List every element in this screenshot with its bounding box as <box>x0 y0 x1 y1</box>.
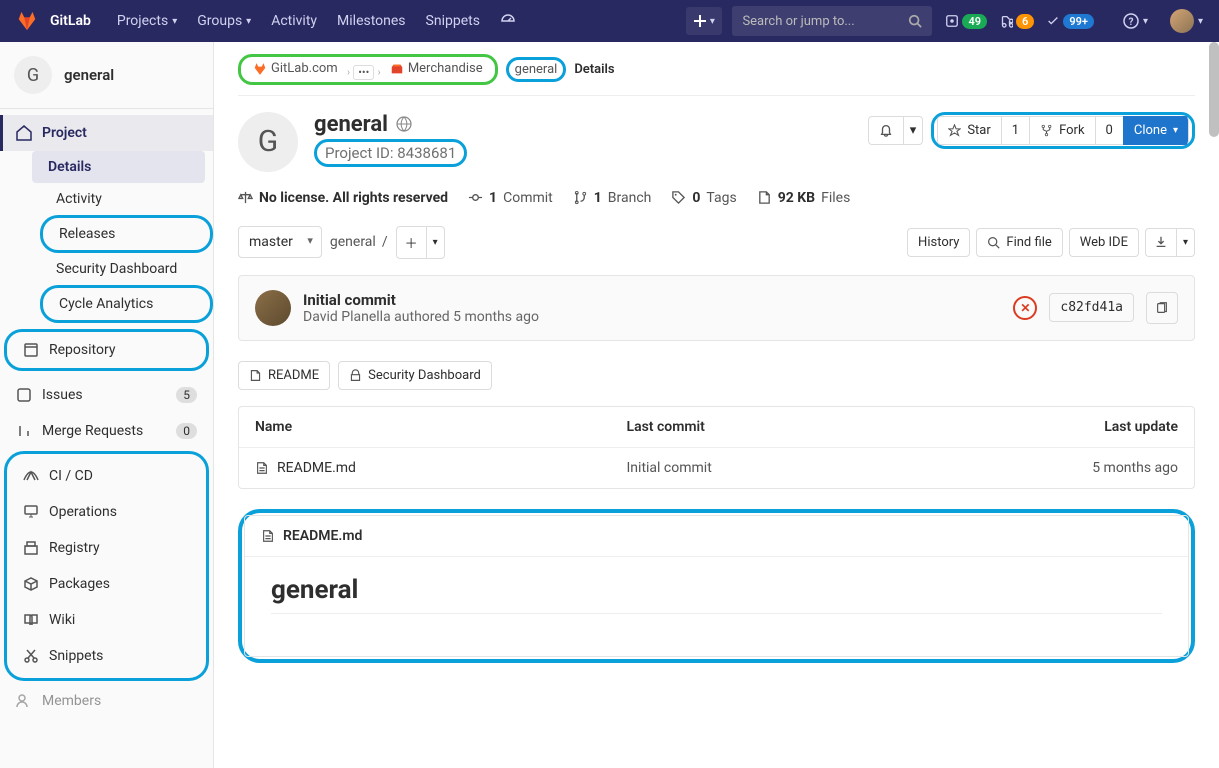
web-ide-button[interactable]: Web IDE <box>1069 228 1139 257</box>
readme-link-button[interactable]: README <box>238 361 330 390</box>
readme-heading: general <box>271 575 1162 614</box>
stat-license[interactable]: No license. All rights reserved <box>238 190 448 206</box>
security-dashboard-button[interactable]: Security Dashboard <box>338 361 492 390</box>
path-root[interactable]: general <box>330 234 376 250</box>
svg-text:?: ? <box>1128 17 1133 28</box>
sidebar-item-registry[interactable]: Registry <box>7 530 206 566</box>
table-row[interactable]: README.md Initial commit 5 months ago <box>239 448 1194 488</box>
help-dropdown[interactable]: ? ▾ <box>1113 0 1158 42</box>
sidebar: G general Project Details Activity Relea… <box>0 42 214 768</box>
sidebar-item-releases[interactable]: Releases <box>40 215 213 253</box>
project-name-label: general <box>64 66 114 84</box>
row-commit[interactable]: Initial commit <box>627 460 999 476</box>
star-button[interactable]: Star <box>937 116 1000 145</box>
fork-button[interactable]: Fork <box>1029 116 1094 145</box>
notification-button[interactable]: ▾ <box>868 116 924 145</box>
scrollbar[interactable] <box>1209 42 1219 137</box>
nav-issues-counter[interactable]: 49 <box>942 9 990 33</box>
nav-groups[interactable]: Groups▾ <box>187 0 261 42</box>
sidebar-item-cycle-analytics[interactable]: Cycle Analytics <box>40 285 213 323</box>
project-avatar: G <box>238 112 298 172</box>
project-id-label: Project ID: 8438681 <box>325 144 456 162</box>
nav-snippets[interactable]: Snippets <box>416 0 490 42</box>
chevron-down-icon: ▾ <box>172 16 177 27</box>
stat-commits[interactable]: 1Commit <box>468 190 553 206</box>
sidebar-item-cicd[interactable]: CI / CD <box>7 458 206 494</box>
brand-label: GitLab <box>50 13 91 29</box>
sidebar-item-members[interactable]: Members <box>0 683 213 719</box>
commit-message[interactable]: Initial commit <box>303 291 539 309</box>
add-file-button[interactable]: ＋ <box>396 226 426 259</box>
nav-dashboard-icon[interactable] <box>490 0 526 42</box>
star-count[interactable]: 1 <box>1001 116 1029 145</box>
new-dropdown-button[interactable]: ▾ <box>686 7 722 35</box>
sidebar-item-details[interactable]: Details <box>32 151 205 183</box>
avatar <box>1170 9 1194 33</box>
crumb-ellipsis[interactable]: ••• <box>353 65 374 80</box>
nav-projects[interactable]: Projects▾ <box>107 0 187 42</box>
sidebar-item-snippets[interactable]: Snippets <box>7 638 206 674</box>
sidebar-project-header[interactable]: G general <box>0 42 213 109</box>
clone-button[interactable]: Clone ▾ <box>1123 116 1189 145</box>
nav-milestones[interactable]: Milestones <box>327 0 416 42</box>
history-button[interactable]: History <box>907 228 970 257</box>
sidebar-item-repository[interactable]: Repository <box>4 329 209 371</box>
readme-header: README.md <box>245 516 1188 557</box>
project-avatar: G <box>14 56 52 94</box>
stat-branches[interactable]: 1Branch <box>573 190 652 206</box>
search-input[interactable]: Search or jump to... <box>732 6 932 36</box>
sidebar-item-operations[interactable]: Operations <box>7 494 206 530</box>
copy-sha-button[interactable] <box>1146 292 1178 324</box>
readme-panel: README.md general <box>244 515 1189 657</box>
chevron-down-icon: ▾ <box>246 16 251 27</box>
commit-meta: David Planella authored 5 months ago <box>303 309 539 325</box>
row-update: 5 months ago <box>998 460 1178 476</box>
commit-sha[interactable]: c82fd41a <box>1049 293 1134 322</box>
page-title: general <box>314 112 388 137</box>
sidebar-item-project[interactable]: Project <box>0 115 213 151</box>
col-commit-header: Last commit <box>627 419 999 435</box>
crumb-group[interactable]: Merchandise <box>384 59 489 78</box>
col-update-header: Last update <box>998 419 1178 435</box>
gitlab-icon <box>16 10 38 32</box>
last-commit-box: Initial commit David Planella authored 5… <box>238 275 1195 341</box>
sidebar-item-security-dashboard[interactable]: Security Dashboard <box>40 253 213 285</box>
sidebar-item-merge-requests[interactable]: Merge Requests 0 <box>0 413 213 449</box>
user-menu[interactable]: ▾ <box>1164 9 1203 33</box>
avatar <box>255 290 291 326</box>
file-table: Name Last commit Last update README.md I… <box>238 406 1195 489</box>
nav-mrs-counter[interactable]: 6 <box>996 9 1037 33</box>
find-file-button[interactable]: Find file <box>976 228 1062 257</box>
crumb-project[interactable]: general <box>506 57 567 82</box>
stat-size[interactable]: 92 KBFiles <box>757 190 851 206</box>
project-stats: No license. All rights reserved 1Commit … <box>238 190 1195 206</box>
search-icon <box>908 14 922 28</box>
sidebar-item-issues[interactable]: Issues 5 <box>0 377 213 413</box>
globe-icon <box>396 116 412 132</box>
sidebar-item-packages[interactable]: Packages <box>7 566 206 602</box>
download-button[interactable] <box>1145 228 1176 257</box>
nav-activity[interactable]: Activity <box>261 0 327 42</box>
sidebar-item-wiki[interactable]: Wiki <box>7 602 206 638</box>
chevron-down-icon: ▾ <box>710 16 715 27</box>
sidebar-item-activity[interactable]: Activity <box>40 183 213 215</box>
crumb-page: Details <box>574 62 614 77</box>
add-file-dropdown[interactable]: ▾ <box>426 226 445 259</box>
chevron-down-icon: ▾ <box>1198 16 1203 27</box>
crumb-gitlab[interactable]: GitLab.com <box>247 59 344 78</box>
breadcrumb: GitLab.com › ••• › Merchandise general D… <box>238 54 1195 96</box>
pipeline-failed-icon[interactable]: ✕ <box>1013 296 1037 320</box>
branch-selector[interactable]: master <box>238 226 322 258</box>
top-nav: GitLab Projects▾ Groups▾ Activity Milest… <box>0 0 1219 42</box>
main-content: GitLab.com › ••• › Merchandise general D… <box>214 42 1219 768</box>
chevron-down-icon: ▾ <box>1143 16 1148 27</box>
stat-tags[interactable]: 0Tags <box>671 190 736 206</box>
nav-todos-counter[interactable]: 99+ <box>1043 9 1097 33</box>
download-dropdown[interactable]: ▾ <box>1176 228 1195 257</box>
path-breadcrumb: general / <box>330 234 388 250</box>
fork-count[interactable]: 0 <box>1095 116 1123 145</box>
col-name-header: Name <box>255 419 627 435</box>
